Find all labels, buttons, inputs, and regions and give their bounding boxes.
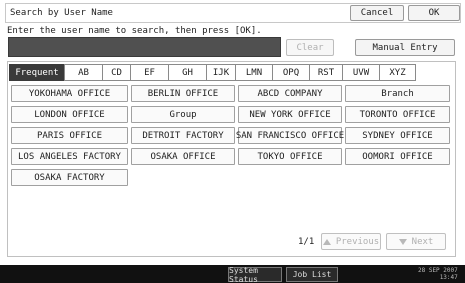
list-item[interactable]: ABCD COMPANY — [238, 85, 342, 102]
next-label: Next — [411, 236, 434, 247]
list-item[interactable]: Group — [131, 106, 235, 123]
instruction-text: Enter the user name to search, then pres… — [7, 26, 262, 36]
list-item[interactable]: LONDON OFFICE — [11, 106, 128, 123]
list-item[interactable]: TORONTO OFFICE — [345, 106, 450, 123]
tab-rst[interactable]: RST — [309, 64, 342, 81]
clear-button[interactable]: Clear — [286, 39, 334, 56]
list-item[interactable]: Branch — [345, 85, 450, 102]
date-text: 28 SEP 2007 — [418, 267, 458, 274]
list-item[interactable]: SYDNEY OFFICE — [345, 127, 450, 144]
tab-xyz[interactable]: XYZ — [379, 64, 416, 81]
ok-button[interactable]: OK — [408, 5, 460, 21]
page-title: Search by User Name — [10, 8, 113, 18]
tab-frequent[interactable]: Frequent — [9, 64, 64, 81]
list-item[interactable]: BERLIN OFFICE — [131, 85, 235, 102]
list-item[interactable]: OSAKA OFFICE — [131, 148, 235, 165]
manual-entry-button[interactable]: Manual Entry — [355, 39, 455, 56]
previous-page-button[interactable]: Previous — [321, 233, 381, 250]
list-item[interactable]: DETROIT FACTORY — [131, 127, 235, 144]
list-item[interactable]: YOKOHAMA OFFICE — [11, 85, 128, 102]
tab-ijk[interactable]: IJK — [206, 64, 235, 81]
tab-gh[interactable]: GH — [168, 64, 206, 81]
page-indicator: 1/1 — [298, 237, 315, 247]
title-bar: Search by User Name Cancel OK — [5, 3, 461, 23]
list-item[interactable]: OOMORI OFFICE — [345, 148, 450, 165]
tab-ef[interactable]: EF — [130, 64, 168, 81]
time-text: 13:47 — [439, 274, 458, 281]
list-item[interactable]: OSAKA FACTORY — [11, 169, 128, 186]
tab-lmn[interactable]: LMN — [235, 64, 272, 81]
arrow-up-icon — [322, 238, 331, 245]
list-item[interactable]: NEW YORK OFFICE — [238, 106, 342, 123]
system-status-button[interactable]: System Status — [228, 266, 282, 283]
previous-label: Previous — [335, 236, 380, 247]
list-item[interactable]: LOS ANGELES FACTORY — [11, 148, 128, 165]
list-item[interactable]: SAN FRANCISCO OFFICE — [236, 127, 344, 144]
status-bar: System Status Job List 28 SEP 2007 13:47 — [0, 265, 465, 283]
tab-opq[interactable]: OPQ — [272, 64, 309, 81]
date-time: 28 SEP 2007 13:47 — [418, 267, 458, 281]
tab-cd[interactable]: CD — [102, 64, 130, 81]
job-list-button[interactable]: Job List — [286, 267, 338, 282]
index-tabs: Frequent AB CD EF GH IJK LMN OPQ RST UVW… — [9, 64, 416, 81]
list-item[interactable]: TOKYO OFFICE — [238, 148, 342, 165]
list-item[interactable]: PARIS OFFICE — [11, 127, 128, 144]
tab-uvw[interactable]: UVW — [342, 64, 379, 81]
next-page-button[interactable]: Next — [386, 233, 446, 250]
cancel-button[interactable]: Cancel — [350, 5, 404, 21]
search-input[interactable] — [8, 37, 281, 57]
tab-ab[interactable]: AB — [64, 64, 102, 81]
arrow-down-icon — [398, 238, 407, 245]
